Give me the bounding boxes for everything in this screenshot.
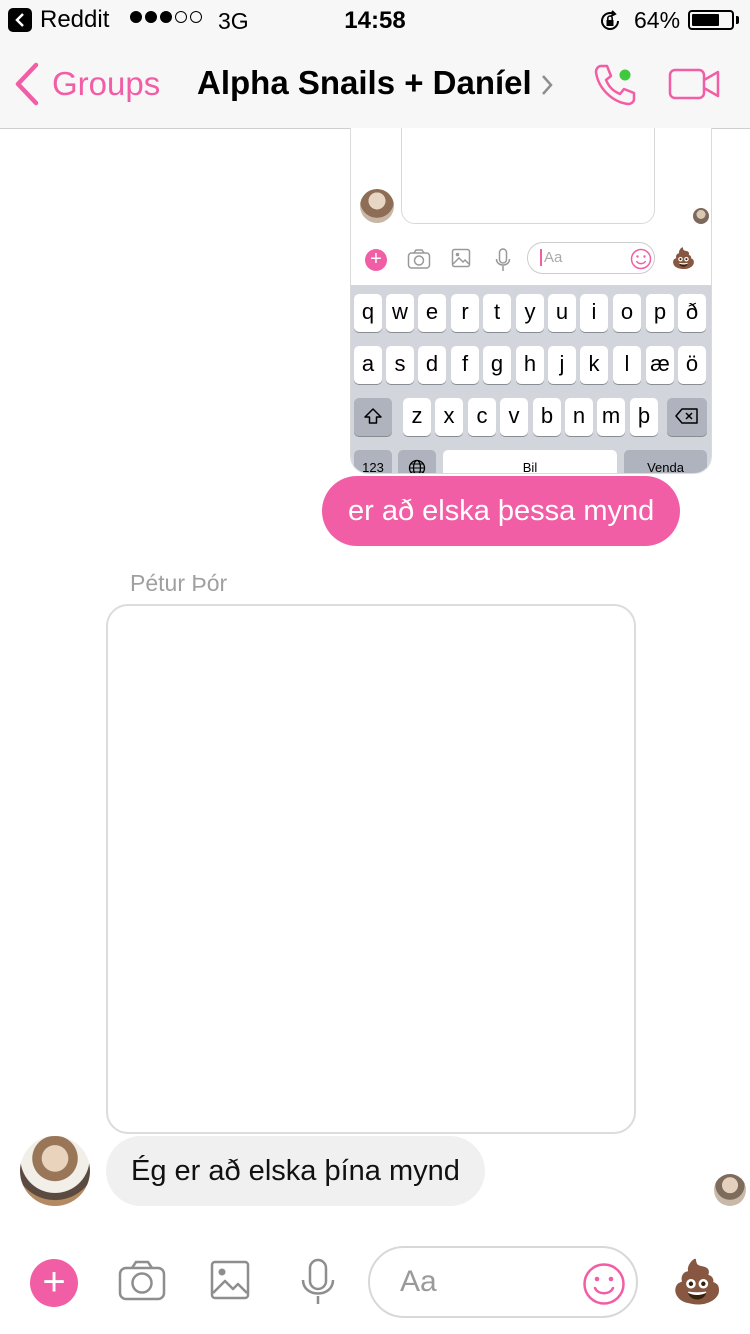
shared-screenshot-image[interactable]: + Aa 💩 q w e r t y u i o p ð a s d f g h… [350, 128, 712, 474]
chevron-left-icon [15, 62, 39, 106]
read-receipt-avatar [714, 1174, 746, 1206]
microphone-icon[interactable] [300, 1258, 336, 1311]
key: n [565, 398, 593, 436]
message-composer: + Aa 💩 [0, 1232, 750, 1334]
battery-nub [736, 16, 739, 24]
key: d [418, 346, 446, 384]
screenshot-read-receipt-avatar [693, 208, 709, 224]
key: l [613, 346, 641, 384]
key: o [613, 294, 641, 332]
battery-percent: 64% [634, 7, 681, 33]
key: h [516, 346, 544, 384]
key: i [580, 294, 608, 332]
key: r [451, 294, 479, 332]
message-input[interactable]: Aa [368, 1246, 638, 1318]
back-button-label: Groups [52, 65, 161, 102]
backspace-key-icon [667, 398, 707, 436]
key: u [548, 294, 576, 332]
key: x [435, 398, 463, 436]
space-key: Bil [443, 450, 617, 473]
key: ö [678, 346, 706, 384]
gallery-icon[interactable] [210, 1258, 250, 1307]
key: e [418, 294, 446, 332]
screenshot-gallery-icon [451, 248, 471, 273]
globe-key-icon [398, 450, 436, 473]
message-input-placeholder: Aa [400, 1265, 437, 1298]
key: y [516, 294, 544, 332]
screenshot-input-placeholder: Aa [540, 249, 562, 266]
camera-icon[interactable] [118, 1258, 166, 1307]
screenshot-avatar [360, 189, 394, 223]
screenshot-camera-icon [407, 248, 431, 275]
screenshot-poop-emoji-icon: 💩 [671, 248, 696, 270]
shift-key-icon [354, 398, 392, 436]
key: b [533, 398, 561, 436]
chevron-right-icon[interactable] [540, 74, 554, 101]
key: k [580, 346, 608, 384]
screenshot-text-input: Aa [527, 242, 655, 274]
key: z [403, 398, 431, 436]
phone-call-icon[interactable] [590, 60, 640, 115]
sender-avatar[interactable] [20, 1136, 90, 1206]
screenshot-photo-placeholder [401, 128, 655, 224]
sender-name: Pétur Þór [130, 570, 228, 596]
sent-message-bubble[interactable]: er að elska þessa mynd [322, 476, 681, 546]
key: a [354, 346, 382, 384]
back-button[interactable]: Groups [14, 62, 160, 106]
key: s [386, 346, 414, 384]
status-bar: Reddit 3G 14:58 64% [0, 0, 750, 40]
return-key: Venda [624, 450, 707, 473]
key: æ [646, 346, 674, 384]
conversation-header: Groups Alpha Snails + Daníel [0, 40, 750, 129]
key: q [354, 294, 382, 332]
key: c [468, 398, 496, 436]
numbers-key: 123 [354, 450, 392, 473]
battery-icon [688, 10, 734, 30]
screenshot-plus-icon: + [365, 249, 387, 271]
screenshot-mic-icon [495, 248, 511, 277]
rotation-lock-icon [598, 9, 622, 38]
screenshot-composer: + Aa 💩 [351, 238, 711, 284]
received-message-bubble[interactable]: Ég er að elska þína mynd [106, 1136, 485, 1206]
video-call-icon[interactable] [668, 68, 720, 105]
key: v [500, 398, 528, 436]
conversation-title[interactable]: Alpha Snails + Daníel [197, 64, 532, 102]
key: m [597, 398, 625, 436]
screenshot-keyboard: q w e r t y u i o p ð a s d f g h j k l … [351, 285, 711, 473]
key: ð [678, 294, 706, 332]
screenshot-smiley-icon [630, 248, 652, 275]
received-photo[interactable] [106, 604, 636, 1134]
key: t [483, 294, 511, 332]
key: f [451, 346, 479, 384]
poop-emoji-icon[interactable]: 💩 [671, 1258, 723, 1307]
plus-button[interactable]: + [30, 1259, 78, 1307]
smiley-icon[interactable] [582, 1262, 626, 1311]
key: w [386, 294, 414, 332]
key: p [646, 294, 674, 332]
key: j [548, 346, 576, 384]
key: þ [630, 398, 658, 436]
key: g [483, 346, 511, 384]
